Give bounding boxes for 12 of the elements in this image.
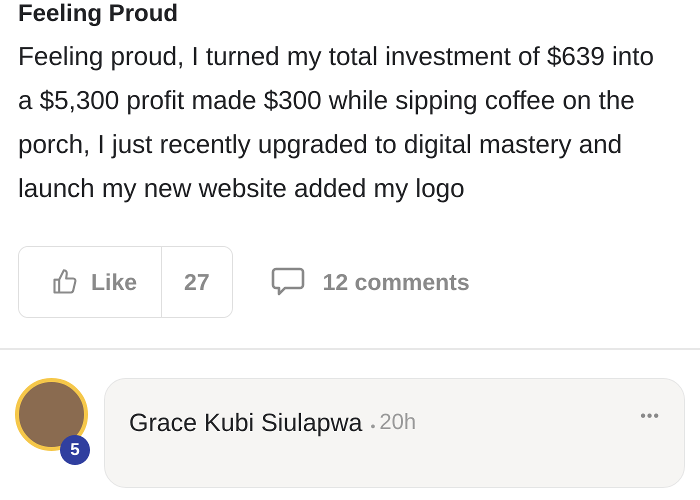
post-body: Feeling proud, I turned my total investment of $639 into a $5,300 profit made $300 while sipping coffee on the porch, I just recently upgraded to digital mastery and launch my new website added my logo: [18, 40, 655, 205]
like-button[interactable]: Like: [19, 247, 162, 317]
separator-dot: •: [370, 416, 376, 436]
comment-time: 20h: [379, 408, 416, 436]
thumbs-up-icon: [51, 268, 79, 296]
comment-author[interactable]: Grace Kubi Siulapwa: [129, 405, 362, 442]
post-title: Feeling Proud: [18, 2, 180, 26]
like-count: 27: [183, 268, 211, 297]
comments-button[interactable]: 12 comments: [264, 264, 476, 300]
more-button[interactable]: •••: [640, 405, 660, 429]
speech-bubble-icon: [270, 267, 305, 297]
level-badge: 5: [60, 435, 90, 465]
